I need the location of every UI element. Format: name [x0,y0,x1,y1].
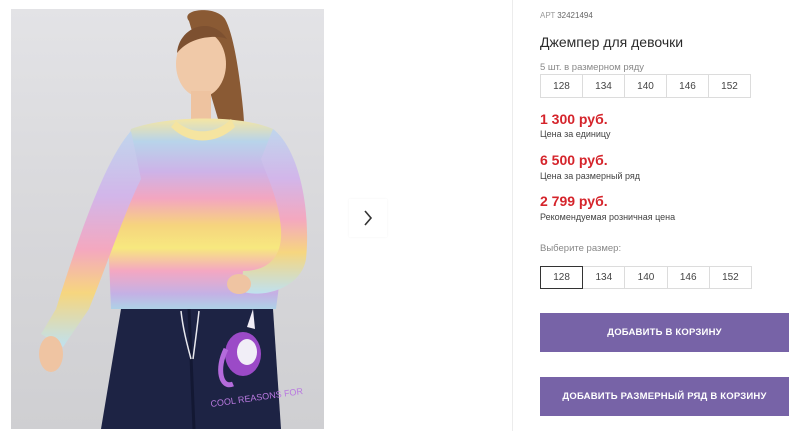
unit-price: 1 300 руб. [540,111,608,127]
size-picker-label: Выберите размер: [540,243,622,254]
size-option-128[interactable]: 128 [540,266,584,289]
product-photo[interactable]: COOL REASONS FOR [11,9,324,429]
row-price: 6 500 руб. [540,152,608,168]
product-gallery: COOL REASONS FOR [11,9,514,429]
size-row-item: 146 [667,75,709,97]
size-option-146[interactable]: 146 [666,266,710,289]
add-to-cart-button[interactable]: ДОБАВИТЬ В КОРЗИНУ [540,313,789,352]
panel-divider [512,0,513,431]
gallery-next-button[interactable] [349,199,387,237]
girl-rainbow-sweater-photo: COOL REASONS FOR [39,10,308,429]
article-number: АРТ 32421494 [540,11,593,20]
retail-price: 2 799 руб. [540,193,608,209]
size-row-item: 134 [583,75,625,97]
unit-price-label: Цена за единицу [540,129,611,139]
chevron-right-icon [364,210,373,226]
size-option-134[interactable]: 134 [582,266,626,289]
size-option-152[interactable]: 152 [708,266,753,289]
size-row-note: 5 шт. в размерном ряду [540,62,645,73]
size-row-list: 128 134 140 146 152 [540,74,751,98]
article-value: 32421494 [557,11,593,20]
add-size-row-to-cart-button[interactable]: ДОБАВИТЬ РАЗМЕРНЫЙ РЯД В КОРЗИНУ [540,377,789,416]
size-row-item: 140 [625,75,667,97]
size-row-item: 128 [541,75,583,97]
retail-price-label: Рекомендуемая розничная цена [540,212,676,222]
article-label: АРТ [540,11,556,20]
size-row-item: 152 [721,80,738,92]
size-option-140[interactable]: 140 [624,266,668,289]
row-price-label: Цена за размерный ряд [540,171,641,181]
product-title: Джемпер для девочки [540,34,684,50]
size-picker: 128 134 140 146 152 [540,266,753,289]
